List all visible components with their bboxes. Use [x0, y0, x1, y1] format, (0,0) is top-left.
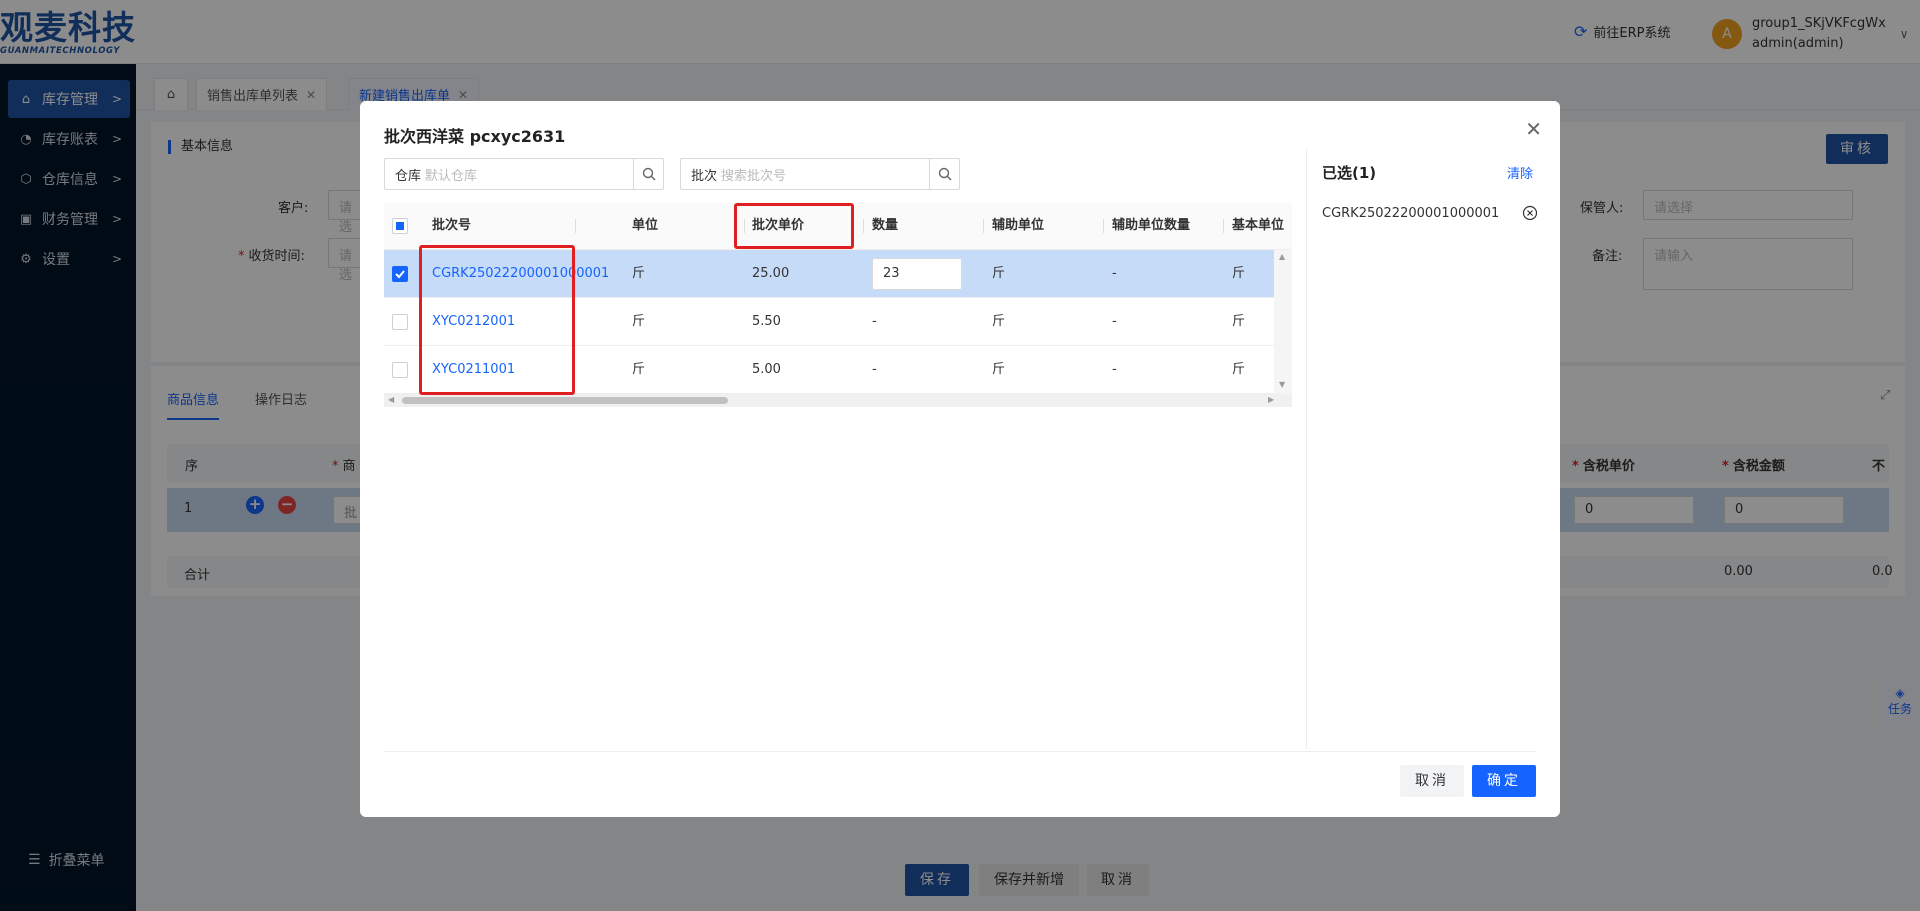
price-cell: 5.00	[752, 362, 781, 377]
price-cell: 25.00	[752, 266, 790, 281]
column-divider	[983, 219, 984, 233]
unit-cell: 斤	[632, 314, 646, 329]
selected-title: 已选(1)	[1322, 164, 1377, 182]
row-checkbox[interactable]	[392, 362, 408, 378]
batch-select-modal: 批次西洋菜 pcxyc2631 ✕ 仓库 默认仓库 批次 搜索批次号 批次号 单…	[360, 101, 1560, 817]
aux-unit-cell: 斤	[992, 362, 1006, 377]
batch-search[interactable]: 批次 搜索批次号	[680, 158, 960, 190]
column-divider	[863, 219, 864, 233]
base-unit-cell: 斤	[1232, 362, 1246, 377]
scroll-right-icon[interactable]: ▶	[1268, 395, 1274, 404]
aux-qty-cell: -	[1112, 266, 1117, 281]
quantity-cell[interactable]: -	[872, 298, 877, 346]
footer-divider	[384, 751, 1536, 752]
select-all-checkbox[interactable]	[392, 218, 408, 234]
col-aux-unit: 辅助单位	[992, 218, 1045, 233]
batch-price-highlight	[734, 203, 854, 249]
base-unit-cell: 斤	[1232, 314, 1246, 329]
warehouse-search-prefix: 仓库	[395, 168, 422, 184]
column-divider	[1223, 219, 1224, 233]
aux-qty-cell: -	[1112, 362, 1117, 377]
col-unit: 单位	[632, 218, 659, 233]
modal-confirm-button[interactable]: 确定	[1472, 765, 1536, 797]
row-checkbox[interactable]	[392, 266, 408, 282]
warehouse-search[interactable]: 仓库 默认仓库	[384, 158, 664, 190]
column-divider	[1103, 219, 1104, 233]
modal-title: 批次西洋菜 pcxyc2631	[384, 127, 566, 146]
base-unit-cell: 斤	[1232, 266, 1246, 281]
search-icon[interactable]	[929, 159, 959, 189]
quantity-input[interactable]: 23	[872, 258, 962, 290]
search-icon[interactable]	[633, 159, 663, 189]
warehouse-search-input[interactable]: 默认仓库	[425, 165, 633, 184]
unit-cell: 斤	[632, 266, 646, 281]
vertical-scrollbar[interactable]: ▲ ▼	[1274, 250, 1292, 394]
remove-circle-icon[interactable]	[1522, 205, 1538, 225]
quantity-cell[interactable]: -	[872, 346, 877, 394]
horizontal-scroll-thumb[interactable]	[402, 397, 728, 404]
batch-no-highlight	[419, 245, 575, 395]
col-batch-no: 批次号	[432, 218, 472, 233]
panel-divider	[1306, 149, 1307, 749]
row-checkbox[interactable]	[392, 314, 408, 330]
scroll-left-icon[interactable]: ◀	[388, 395, 394, 404]
column-divider	[575, 219, 576, 233]
scroll-up-icon[interactable]: ▲	[1279, 252, 1285, 261]
col-base-unit: 基本单位	[1232, 218, 1285, 233]
batch-search-prefix: 批次	[691, 168, 718, 184]
selected-batch-item: CGRK25022200001000001	[1322, 206, 1500, 221]
col-aux-quantity: 辅助单位数量	[1112, 218, 1191, 233]
clear-selection-link[interactable]: 清除	[1507, 163, 1533, 182]
horizontal-scrollbar[interactable]: ◀ ▶	[384, 394, 1292, 407]
price-cell: 5.50	[752, 314, 781, 329]
aux-qty-cell: -	[1112, 314, 1117, 329]
scroll-down-icon[interactable]: ▼	[1279, 380, 1285, 389]
modal-cancel-button[interactable]: 取消	[1400, 765, 1464, 797]
unit-cell: 斤	[632, 362, 646, 377]
aux-unit-cell: 斤	[992, 266, 1006, 281]
col-quantity: 数量	[872, 218, 899, 233]
aux-unit-cell: 斤	[992, 314, 1006, 329]
close-icon[interactable]: ✕	[1525, 117, 1542, 141]
batch-search-input[interactable]: 搜索批次号	[721, 165, 929, 184]
